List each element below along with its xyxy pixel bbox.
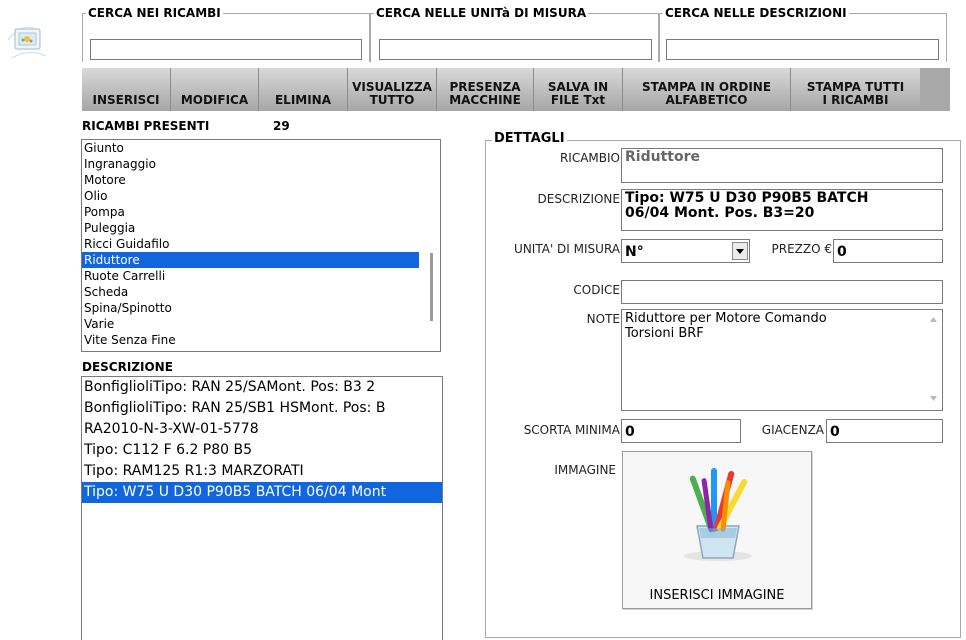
ricambi-list-item[interactable]: Ingranaggio	[82, 156, 423, 172]
ricambi-list-item[interactable]: Spina/Spinotto	[82, 300, 423, 316]
dropdown-arrow-icon[interactable]	[732, 242, 748, 260]
visualizza-tutto-button[interactable]: VISUALIZZA TUTTO	[348, 68, 437, 111]
scorta-minima-label: SCORTA MINIMA	[523, 423, 620, 437]
ricambi-list-item[interactable]: Giunto	[82, 140, 423, 156]
descrizione-list-item[interactable]: Tipo: W75 U D30 P90B5 BATCH 06/04 Mont	[82, 482, 442, 503]
codice-field[interactable]	[621, 280, 943, 304]
codice-label: CODICE	[573, 283, 620, 297]
ricambi-count: 29	[273, 119, 290, 133]
ricambi-list-item[interactable]: Ricci Guidafilo	[82, 236, 423, 252]
prezzo-label: PREZZO €	[771, 242, 833, 256]
ricambi-list-item[interactable]: Riduttore	[82, 252, 419, 268]
search-unita-input[interactable]	[379, 39, 652, 60]
giacenza-label: GIACENZA	[761, 423, 824, 437]
toolbar: INSERISCI MODIFICA ELIMINA VISUALIZZA TUT…	[82, 68, 950, 111]
dettagli-legend: DETTAGLI	[492, 131, 567, 146]
search-descrizioni-legend: CERCA NELLE DESCRIZIONI	[665, 6, 847, 20]
prezzo-field[interactable]: 0	[833, 239, 943, 263]
ricambi-scroll-thumb[interactable]	[430, 253, 433, 321]
ricambio-field[interactable]: Riduttore	[621, 148, 943, 183]
app-logo-icon	[6, 18, 50, 62]
inserisci-button[interactable]: INSERISCI	[82, 68, 171, 111]
descrizione-list-item[interactable]: BonfiglioliTipo: RAN 25/SB1 HSMont. Pos:…	[82, 398, 442, 419]
ricambi-list-item[interactable]: Ruote Carrelli	[82, 268, 423, 284]
inserisci-immagine-label: INSERISCI IMMAGINE	[649, 588, 785, 603]
stampa-ordine-alfabetico-button[interactable]: STAMPA IN ORDINE ALFABETICO	[623, 68, 791, 111]
immagine-label: IMMAGINE	[554, 463, 616, 477]
ricambi-list[interactable]: Giunto Ingranaggio Motore Olio Pompa Puleggia…	[81, 139, 441, 352]
descrizione-list-item[interactable]: RA2010-N-3-XW-01-5778	[82, 419, 442, 440]
ricambi-presenti-heading: RICAMBI PRESENTI	[82, 119, 210, 133]
descrizione-list-item[interactable]: BonfiglioliTipo: RAN 25/SAMont. Pos: B3 …	[82, 377, 442, 398]
descrizione-list[interactable]: BonfiglioliTipo: RAN 25/SAMont. Pos: B3 …	[81, 376, 443, 640]
elimina-button[interactable]: ELIMINA	[259, 68, 348, 111]
ricambi-list-item[interactable]: Varie	[82, 316, 423, 332]
ricambi-list-item[interactable]: Pompa	[82, 204, 423, 220]
inserisci-immagine-button[interactable]: INSERISCI IMMAGINE	[622, 451, 812, 609]
note-scrollbar[interactable]	[925, 310, 942, 410]
ricambi-list-item[interactable]: Motore	[82, 172, 423, 188]
scorta-minima-field[interactable]: 0	[621, 419, 741, 443]
search-ricambi-input[interactable]	[90, 39, 362, 60]
presenza-macchine-button[interactable]: PRESENZA MACCHINE	[437, 68, 534, 111]
search-unita-legend: CERCA NELLE UNITà DI MISURA	[376, 6, 587, 20]
scroll-up-arrow-icon	[930, 317, 937, 322]
note-label: NOTE	[586, 312, 620, 326]
ricambi-scrollbar[interactable]	[423, 140, 440, 351]
descrizione-label: DESCRIZIONE	[537, 192, 620, 206]
salva-file-txt-button[interactable]: SALVA IN FILE Txt	[534, 68, 623, 111]
giacenza-field[interactable]: 0	[826, 419, 943, 443]
unita-misura-label: UNITA' DI MISURA	[514, 242, 620, 256]
ricambi-list-item[interactable]: Vite Senza Fine	[82, 332, 423, 348]
unita-misura-select[interactable]: N°	[621, 239, 750, 263]
ricambi-list-item[interactable]: Scheda	[82, 284, 423, 300]
descrizione-list-item[interactable]: Tipo: C112 F 6.2 P80 B5	[82, 440, 442, 461]
descrizione-field[interactable]: Tipo: W75 U D30 P90B5 BATCH 06/04 Mont. P…	[621, 189, 943, 231]
ricambi-list-item[interactable]: Olio	[82, 188, 423, 204]
ricambio-label: RICAMBIO	[559, 151, 620, 165]
ricambi-list-item[interactable]: Puleggia	[82, 220, 423, 236]
scroll-down-arrow-icon	[930, 396, 937, 401]
brushes-in-glass-icon	[663, 466, 773, 569]
descrizione-heading: DESCRIZIONE	[82, 360, 173, 374]
modifica-button[interactable]: MODIFICA	[171, 68, 259, 111]
search-ricambi-legend: CERCA NEI RICAMBI	[88, 6, 221, 20]
search-descrizioni-input[interactable]	[666, 39, 939, 60]
note-textarea[interactable]: Riduttore per Motore Comando Torsioni BRF	[621, 309, 943, 411]
descrizione-list-item[interactable]: Tipo: RAM125 R1:3 MARZORATI	[82, 461, 442, 482]
stampa-tutti-ricambi-button[interactable]: STAMPA TUTTI I RICAMBI	[791, 68, 920, 111]
